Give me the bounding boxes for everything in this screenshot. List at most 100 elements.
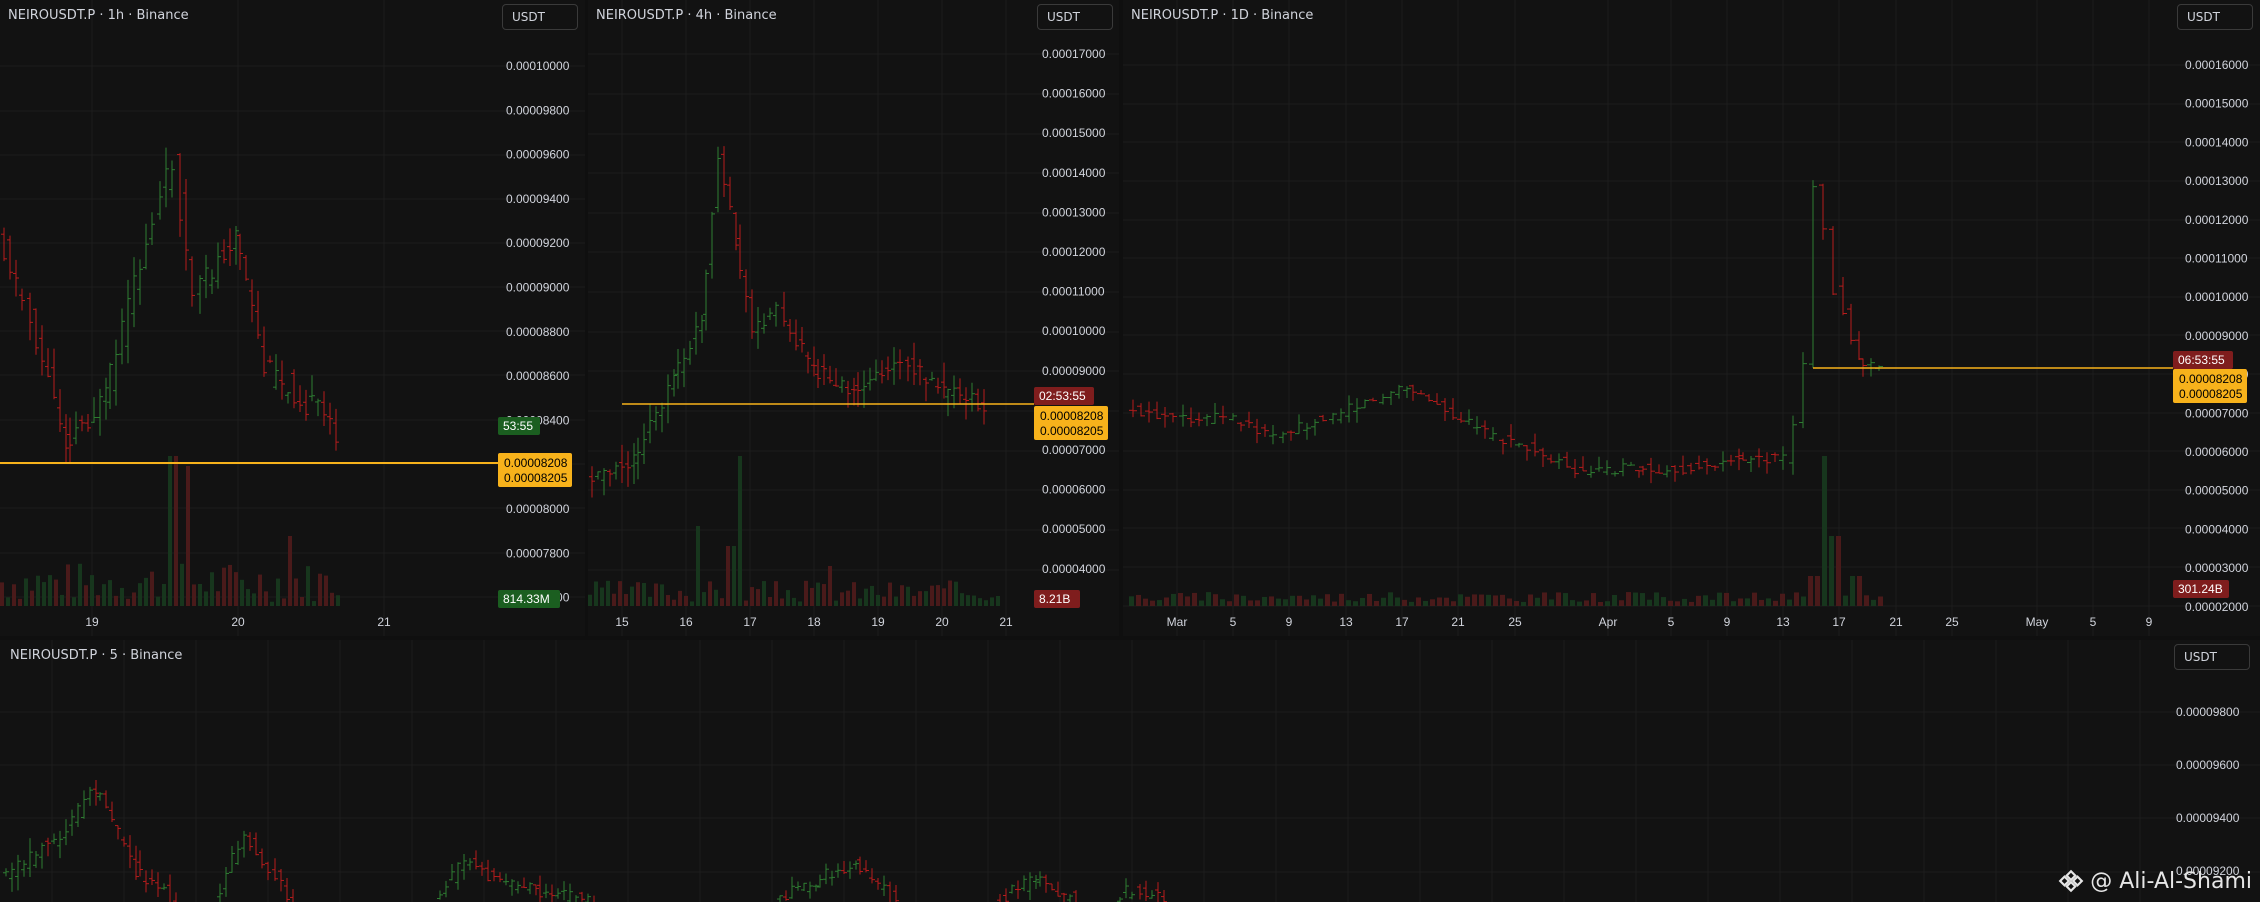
- volume-bar: [1738, 598, 1743, 606]
- volume-bar: [216, 591, 220, 606]
- volume-bar: [1213, 594, 1218, 606]
- volume-bar: [882, 596, 886, 606]
- volume-bar: [306, 566, 310, 606]
- volume-bar: [1486, 594, 1491, 606]
- volume-bar: [786, 590, 790, 606]
- volume-bar: [54, 579, 58, 606]
- chart-pane-4h[interactable]: 0.00017000 0.00016000 0.00015000 0.00014000…: [588, 0, 1119, 636]
- volume-bar: [1451, 601, 1456, 606]
- time-axis-tick: 21: [1451, 615, 1465, 629]
- watermark: @ Ali-Al-Shami: [2058, 868, 2252, 894]
- volume-bar: [1703, 595, 1708, 606]
- volume-bar: [1836, 536, 1841, 606]
- volume-bar: [42, 582, 46, 606]
- volume-bar: [618, 581, 622, 606]
- volume-bar: [264, 591, 268, 606]
- time-axis-tick: 21: [999, 615, 1013, 629]
- price-axis-tick: 0.00015000: [1042, 126, 1106, 140]
- volume-bar: [66, 564, 70, 606]
- time-axis-tick: 17: [1832, 615, 1846, 629]
- volume-bar: [672, 599, 676, 606]
- currency-selector-4h[interactable]: USDT: [1037, 4, 1113, 30]
- volume-bar: [1402, 599, 1407, 606]
- time-axis-tick: May: [2026, 615, 2049, 629]
- volume-bar: [90, 575, 94, 606]
- time-axis-tick: 21: [1889, 615, 1903, 629]
- volume-bar: [1493, 595, 1498, 606]
- currency-selector-1h[interactable]: USDT: [502, 4, 578, 30]
- volume-bar: [612, 593, 616, 606]
- volume-bar: [336, 595, 340, 606]
- volume-bar: [1647, 599, 1652, 606]
- volume-bar: [156, 596, 160, 606]
- time-axis-tick: 15: [615, 615, 629, 629]
- volume-bar: [1661, 597, 1666, 606]
- volume-bar: [1444, 597, 1449, 606]
- volume-bar: [798, 601, 802, 606]
- chart-canvas-4h[interactable]: 0.00017000 0.00016000 0.00015000 0.00014000…: [588, 0, 1119, 636]
- volume-bar: [288, 536, 292, 606]
- volume-badge: 8.21B: [1039, 592, 1070, 606]
- volume-bar: [918, 591, 922, 606]
- volume-bar: [1227, 601, 1232, 606]
- volume-bar: [1283, 599, 1288, 606]
- volume-bar: [1136, 594, 1141, 606]
- volume-bar: [864, 588, 868, 606]
- volume-bar: [954, 581, 958, 606]
- volume-bar: [1297, 595, 1302, 606]
- price-axis-tick: 0.00010000: [2185, 290, 2249, 304]
- last-price-label: 0.00008208: [504, 456, 568, 470]
- volume-bar: [1465, 596, 1470, 606]
- volume-bar: [1143, 598, 1148, 606]
- volume-bar: [1129, 596, 1134, 606]
- price-axis-tick: 0.00008000: [506, 502, 570, 516]
- volume-bar: [600, 587, 604, 606]
- chart-pane-1D[interactable]: 0.00016000 0.00015000 0.00014000 0.00013000…: [1123, 0, 2260, 636]
- volume-bar: [1395, 597, 1400, 606]
- volume-bar: [606, 580, 610, 606]
- volume-bar: [834, 600, 838, 606]
- countdown-badge: 06:53:55: [2178, 353, 2225, 367]
- volume-bar: [1563, 593, 1568, 606]
- volume-bar: [48, 575, 52, 606]
- price-axis-tick: 0.00005000: [1042, 522, 1106, 536]
- volume-bar: [210, 572, 214, 606]
- volume-bar: [1409, 601, 1414, 606]
- volume-bar: [1325, 594, 1330, 606]
- volume-bar: [744, 600, 748, 606]
- volume-bar: [1626, 592, 1631, 606]
- currency-selector-5m[interactable]: USDT: [2174, 644, 2250, 670]
- volume-bar: [852, 582, 856, 606]
- volume-bar: [72, 597, 76, 606]
- chart-canvas-1h[interactable]: 0.00010000 0.00009800 0.00009600 0.00009400…: [0, 0, 585, 636]
- chart-canvas-1D[interactable]: 0.00016000 0.00015000 0.00014000 0.00013000…: [1123, 0, 2260, 636]
- chart-canvas-5m[interactable]: 0.000098000.000096000.000094000.00009200: [0, 640, 2260, 902]
- time-axis-tick: 19: [85, 615, 99, 629]
- mark-price-label: 0.00008205: [2179, 387, 2243, 401]
- time-axis-tick: 20: [231, 615, 245, 629]
- price-axis-tick: 0.00008600: [506, 369, 570, 383]
- currency-selector-1D[interactable]: USDT: [2177, 4, 2253, 30]
- price-axis-tick: 0.00014000: [1042, 166, 1106, 180]
- volume-bar: [732, 546, 736, 606]
- volume-bar: [126, 598, 130, 606]
- chart-pane-5m[interactable]: 0.00009800 0.00009600 0.00009400 0.00009200…: [0, 640, 2260, 902]
- volume-bar: [1220, 599, 1225, 606]
- volume-bar: [1472, 594, 1477, 606]
- chart-pane-1h[interactable]: 0.00010000 0.00009800 0.00009600 0.00009400…: [0, 0, 585, 636]
- volume-badge: 814.33M: [503, 592, 550, 606]
- volume-bar: [18, 598, 22, 606]
- volume-bar: [696, 526, 700, 606]
- volume-bar: [1577, 601, 1582, 606]
- volume-bar: [162, 583, 166, 606]
- volume-bar: [774, 581, 778, 606]
- time-axis-tick: 21: [377, 615, 391, 629]
- time-axis-tick: 9: [1286, 615, 1293, 629]
- time-axis-tick: 9: [1724, 615, 1731, 629]
- volume-bar: [1829, 536, 1834, 606]
- volume-bar: [1612, 594, 1617, 606]
- price-axis-tick: 0.00007000: [1042, 443, 1106, 457]
- price-axis-tick: 0.00009200: [506, 236, 570, 250]
- price-axis-tick: 0.00009000: [1042, 364, 1106, 378]
- time-axis-tick: Apr: [1599, 615, 1618, 629]
